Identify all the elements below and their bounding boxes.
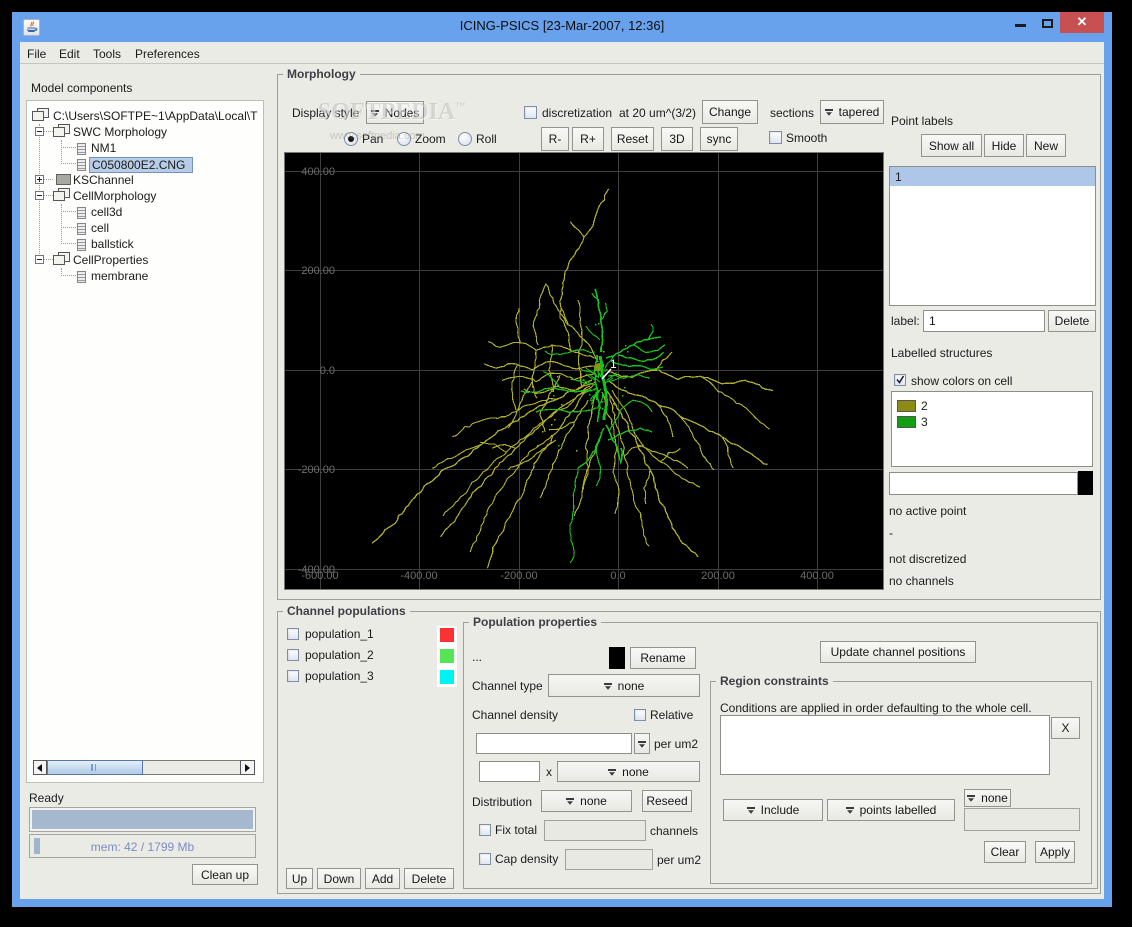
svg-text:1: 1 <box>610 357 617 371</box>
